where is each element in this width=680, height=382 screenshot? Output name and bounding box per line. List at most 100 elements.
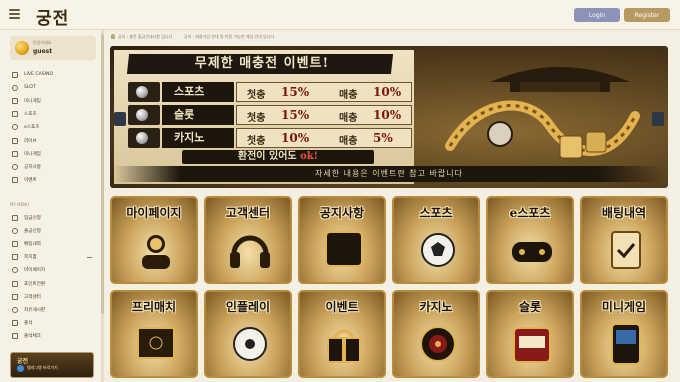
notice-bar: 공지 : 충전 출금안내사항 입니다 공지 : 회원가입 안내 및 이용 가능한… [110,32,668,42]
sidebar-item[interactable]: 입금신청 [10,211,96,224]
my-menu-label: MY MENU [10,202,30,207]
user-info-box: 안녕하세요 guest [10,36,96,60]
sidebar-item[interactable]: 배팅내역 [10,237,96,250]
event-banner[interactable]: 무제한 매충전 이벤트! 스포츠 첫충 15% 매충 10% 슬롯 첫충 15%… [110,46,668,188]
promo-row: 슬롯 첫충 15% 매충 10% [128,105,412,125]
site-logo[interactable]: 궁전 [36,4,69,29]
tv-icon [12,137,18,144]
telegram-logo: 궁전 [17,358,29,365]
arcade-icon [611,323,641,365]
greeting-label: 안녕하세요 [33,40,52,45]
sidebar-item[interactable]: 포인트전환 [10,277,96,290]
sidebar-item[interactable]: 공지사항 [10,160,96,173]
promo-category: 스포츠 [162,82,234,102]
promo-table: 스포츠 첫충 15% 매충 10% 슬롯 첫충 15% 매충 10% 카지노 첫… [128,82,412,151]
sidebar-item[interactable]: 이벤트 [10,174,96,187]
sidebar-item[interactable]: 자유게시판 [10,303,96,316]
calendar-icon [12,320,18,327]
menu-tile[interactable]: 고객센터 [204,196,292,284]
gift-icon [327,329,361,363]
board-icon [12,306,18,313]
tactics-board-icon [137,327,175,359]
roulette-icon [420,326,456,362]
my-menu-nav: 입금신청출금신청 배팅내역 쪽지함 마이페이지 포인트전환고객센터자유게시판 출석출석체크 [10,211,96,343]
sidebar-scroll-thumb[interactable] [101,34,104,314]
message-icon [12,254,18,261]
sidebar-item[interactable]: 출금신청 [10,224,96,237]
soccer-ball-icon [421,233,455,267]
menu-tile-label: 공지사항 [319,206,365,220]
menu-tile[interactable]: 이벤트 [298,290,386,378]
menu-tile[interactable]: 인플레이 [204,290,292,378]
casino-chip-icon [12,71,18,78]
sidebar-item[interactable]: 출석 [10,317,96,330]
promo-row: 스포츠 첫충 15% 매충 10% [128,82,412,102]
each-charge-label: 매충 [339,136,358,147]
banner-detail-text: 자세한 내용은 이벤트란 참고 바랍니다 [114,166,664,182]
telegram-banner[interactable]: 궁전 텔레그램 바로가기 [10,352,94,378]
sidebar-item-label: 고객센터 [24,294,41,300]
menu-tile[interactable]: 배팅내역 [580,196,668,284]
sidebar-item[interactable]: 출석체크 [10,330,96,343]
user-icon [142,235,170,269]
deposit-icon [12,214,18,221]
first-charge-value: 15% [281,108,310,122]
each-charge-label: 매충 [339,113,358,124]
sidebar-item[interactable]: SLOT [10,81,96,94]
sidebar-item[interactable]: e스포츠 [10,121,96,134]
menu-tile-label: 미니게임 [601,300,647,314]
point-icon [12,280,18,287]
first-charge-label: 첫충 [247,113,266,124]
login-button[interactable]: Login [574,8,620,22]
user-icon [12,267,18,274]
sidebar-item[interactable]: 쪽지함 [10,251,96,264]
banner-title: 무제한 매충전 이벤트! [194,56,330,71]
menu-tile[interactable]: 미니게임 [580,290,668,378]
notice-item-2[interactable]: 공지 : 회원가입 안내 및 이용 가능한 게임 안내 입니다 [184,34,274,40]
menu-tile[interactable]: 프리매치 [110,290,198,378]
sidebar-item-label: 미니게임 [24,98,41,104]
menu-tile-label: e스포츠 [509,206,551,220]
sidebar-item[interactable]: 스포츠 [10,108,96,121]
slot-machine-icon [12,84,18,91]
support-icon [12,293,18,300]
sidebar-item-label: 출석체크 [24,334,41,340]
board-icon [325,231,363,267]
menu-tile[interactable]: 슬롯 [486,290,574,378]
telegram-text: 텔레그램 바로가기 [27,365,58,370]
first-charge-value: 15% [281,85,310,99]
menu-tile[interactable]: e스포츠 [486,196,574,284]
sidebar-item-label: 입금신청 [24,215,41,221]
sidebar-item-label: 라이브 [24,138,37,144]
menu-tile-label: 배팅내역 [601,206,647,220]
notice-item-1[interactable]: 공지 : 충전 출금안내사항 입니다 [118,34,172,40]
promo-cells: 첫충 15% 매충 10% [236,82,412,102]
menu-tile[interactable]: 카지노 [392,290,480,378]
refund-text: 환전이 있어도 [237,151,297,162]
menu-tile[interactable]: 스포츠 [392,196,480,284]
each-charge-label: 매충 [339,90,358,101]
sidebar-item[interactable]: LIVE CASINO [10,68,96,81]
banner-prev-arrow[interactable] [114,112,126,126]
menu-tile-label: 인플레이 [225,300,271,314]
first-charge-value: 10% [281,131,310,145]
banner-next-arrow[interactable] [652,112,664,126]
headset-icon [230,235,270,268]
soccer-ball-icon [128,82,160,102]
gift-icon [12,177,18,184]
register-button[interactable]: Register [624,8,670,22]
sidebar-item[interactable]: 미니게임 [10,94,96,107]
menu-tile[interactable]: 마이페이지 [110,196,198,284]
sidebar-item[interactable]: 마이페이지 [10,264,96,277]
expand-arrow-icon[interactable] [87,256,92,258]
menu-tile[interactable]: 공지사항 [298,196,386,284]
withdraw-icon [12,227,18,234]
sidebar-item[interactable]: 라이브 [10,134,96,147]
telegram-icon [17,365,24,372]
bell-icon [111,34,115,39]
sidebar-item[interactable]: 미니게임 [10,147,96,160]
sidebar-item-label: 미니게임 [24,151,41,157]
sidebar-item[interactable]: 고객센터 [10,290,96,303]
hamburger-menu-icon[interactable] [9,9,20,19]
refund-ok: ok! [300,151,319,162]
